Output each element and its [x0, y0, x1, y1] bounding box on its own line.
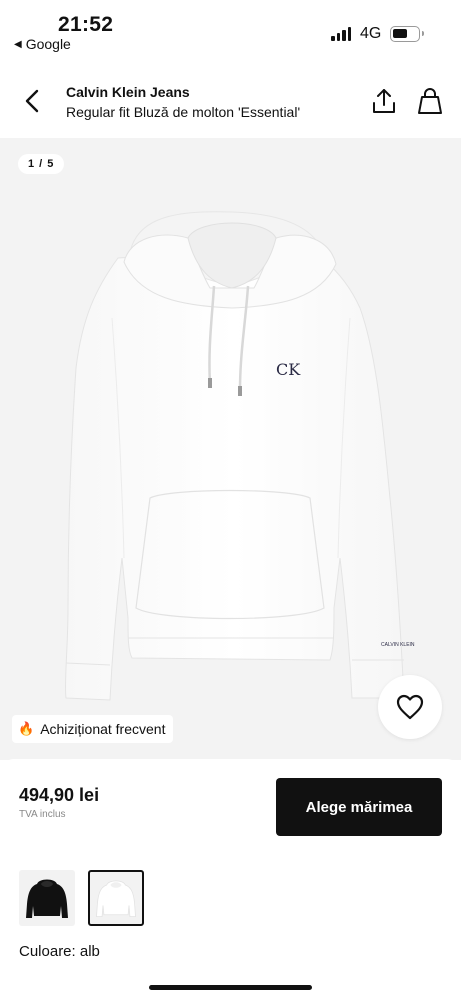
chest-logo: CK: [276, 360, 301, 379]
battery-icon: [390, 26, 424, 42]
product-header: Calvin Klein Jeans Regular fit Bluză de …: [0, 62, 461, 138]
purchase-panel: 494,90 lei TVA inclus Alege mărimea Culo…: [0, 759, 461, 999]
brand-name: Calvin Klein Jeans: [66, 84, 190, 100]
share-icon: [373, 89, 395, 113]
product-name: Regular fit Bluză de molton 'Essential': [66, 104, 301, 120]
product-titles: Calvin Klein Jeans Regular fit Bluză de …: [66, 84, 300, 120]
heart-icon: [396, 694, 424, 720]
share-button[interactable]: [370, 86, 398, 116]
image-counter: 1 / 5: [18, 154, 65, 174]
status-bar: 21:52 ◀ Google 4G: [0, 0, 461, 62]
status-time: 21:52: [58, 13, 114, 36]
back-button[interactable]: [22, 88, 44, 114]
white-hoodie-thumbnail: [96, 880, 136, 917]
chevron-left-icon: [25, 89, 39, 113]
color-swatches: [19, 870, 144, 926]
badge-label: Achiziționat frecvent: [40, 721, 166, 737]
home-indicator[interactable]: [149, 985, 312, 990]
back-triangle-icon: ◀: [14, 38, 22, 50]
shopping-bag-button[interactable]: [416, 86, 444, 116]
back-app-label: Google: [25, 36, 71, 52]
vat-note: TVA inclus: [19, 809, 66, 820]
product-image-white-hoodie: CK CALVIN KLEIN: [64, 211, 415, 701]
swatch-black[interactable]: [19, 870, 75, 926]
sleeve-text: CALVIN KLEIN: [381, 642, 415, 648]
network-type: 4G: [360, 25, 382, 42]
shopping-bag-icon: [418, 88, 442, 114]
choose-size-button[interactable]: Alege mărimea: [276, 778, 442, 836]
battery-level: [393, 29, 407, 38]
selected-color-label: Culoare: alb: [19, 943, 100, 960]
swatch-white[interactable]: [88, 870, 144, 926]
flame-icon: 🔥: [18, 721, 35, 736]
product-image-gallery[interactable]: CK CALVIN KLEIN 1 / 5 🔥 Achiziționat fre…: [0, 138, 461, 760]
frequently-bought-badge: 🔥 Achiziționat frecvent: [12, 715, 174, 743]
black-hoodie-thumbnail: [26, 879, 68, 918]
favorite-button[interactable]: [378, 675, 442, 739]
product-price: 494,90 lei: [19, 785, 100, 805]
back-to-app-link[interactable]: ◀ Google: [14, 36, 71, 52]
signal-strength-icon: [331, 27, 351, 41]
